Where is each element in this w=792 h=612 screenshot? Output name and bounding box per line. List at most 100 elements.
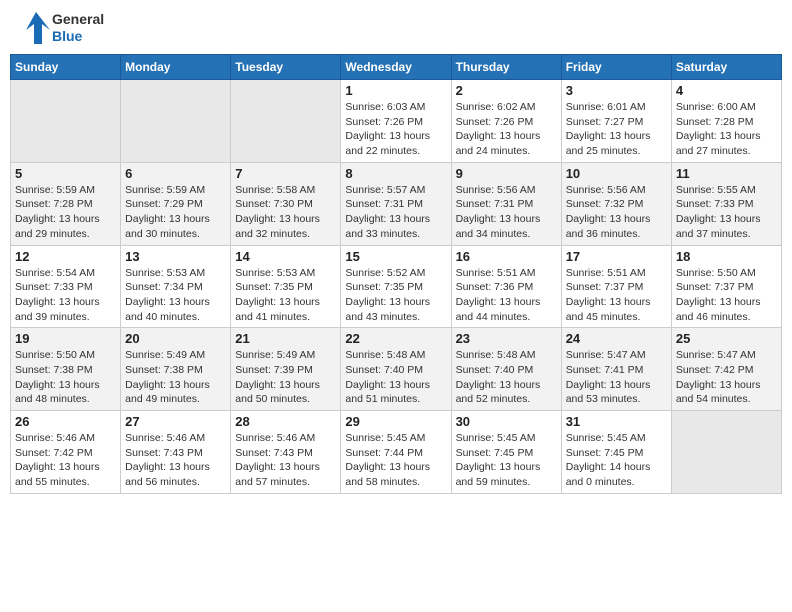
day-number: 27 — [125, 414, 226, 429]
day-info: Sunrise: 6:00 AM Sunset: 7:28 PM Dayligh… — [676, 100, 777, 159]
calendar-cell: 23 Sunrise: 5:48 AM Sunset: 7:40 PM Dayli… — [451, 328, 561, 411]
day-number: 10 — [566, 166, 667, 181]
day-info: Sunrise: 5:59 AM Sunset: 7:29 PM Dayligh… — [125, 183, 226, 242]
weekday-header-saturday: Saturday — [671, 55, 781, 80]
day-number: 30 — [456, 414, 557, 429]
logo-arrow-icon — [14, 10, 50, 46]
calendar-cell: 26 Sunrise: 5:46 AM Sunset: 7:42 PM Dayli… — [11, 411, 121, 494]
week-row-4: 26 Sunrise: 5:46 AM Sunset: 7:42 PM Dayli… — [11, 411, 782, 494]
calendar-cell: 15 Sunrise: 5:52 AM Sunset: 7:35 PM Dayli… — [341, 245, 451, 328]
day-info: Sunrise: 5:45 AM Sunset: 7:44 PM Dayligh… — [345, 431, 446, 490]
week-row-1: 5 Sunrise: 5:59 AM Sunset: 7:28 PM Daylig… — [11, 162, 782, 245]
week-row-2: 12 Sunrise: 5:54 AM Sunset: 7:33 PM Dayli… — [11, 245, 782, 328]
day-number: 4 — [676, 83, 777, 98]
calendar-cell — [11, 80, 121, 163]
weekday-header-wednesday: Wednesday — [341, 55, 451, 80]
calendar-cell: 30 Sunrise: 5:45 AM Sunset: 7:45 PM Dayli… — [451, 411, 561, 494]
day-info: Sunrise: 5:53 AM Sunset: 7:35 PM Dayligh… — [235, 266, 336, 325]
day-info: Sunrise: 5:45 AM Sunset: 7:45 PM Dayligh… — [566, 431, 667, 490]
day-info: Sunrise: 5:47 AM Sunset: 7:41 PM Dayligh… — [566, 348, 667, 407]
calendar-cell: 25 Sunrise: 5:47 AM Sunset: 7:42 PM Dayli… — [671, 328, 781, 411]
day-number: 5 — [15, 166, 116, 181]
day-number: 13 — [125, 249, 226, 264]
day-number: 8 — [345, 166, 446, 181]
calendar-cell — [121, 80, 231, 163]
calendar-cell: 7 Sunrise: 5:58 AM Sunset: 7:30 PM Daylig… — [231, 162, 341, 245]
calendar-cell: 14 Sunrise: 5:53 AM Sunset: 7:35 PM Dayli… — [231, 245, 341, 328]
day-info: Sunrise: 5:51 AM Sunset: 7:37 PM Dayligh… — [566, 266, 667, 325]
day-info: Sunrise: 5:59 AM Sunset: 7:28 PM Dayligh… — [15, 183, 116, 242]
day-info: Sunrise: 6:01 AM Sunset: 7:27 PM Dayligh… — [566, 100, 667, 159]
day-number: 11 — [676, 166, 777, 181]
day-info: Sunrise: 5:58 AM Sunset: 7:30 PM Dayligh… — [235, 183, 336, 242]
day-number: 16 — [456, 249, 557, 264]
calendar-cell: 31 Sunrise: 5:45 AM Sunset: 7:45 PM Dayli… — [561, 411, 671, 494]
day-number: 1 — [345, 83, 446, 98]
day-info: Sunrise: 5:56 AM Sunset: 7:31 PM Dayligh… — [456, 183, 557, 242]
day-info: Sunrise: 5:52 AM Sunset: 7:35 PM Dayligh… — [345, 266, 446, 325]
day-info: Sunrise: 5:48 AM Sunset: 7:40 PM Dayligh… — [456, 348, 557, 407]
calendar-cell: 13 Sunrise: 5:53 AM Sunset: 7:34 PM Dayli… — [121, 245, 231, 328]
day-number: 12 — [15, 249, 116, 264]
day-number: 18 — [676, 249, 777, 264]
calendar-cell: 29 Sunrise: 5:45 AM Sunset: 7:44 PM Dayli… — [341, 411, 451, 494]
day-number: 21 — [235, 331, 336, 346]
weekday-header-friday: Friday — [561, 55, 671, 80]
day-info: Sunrise: 5:53 AM Sunset: 7:34 PM Dayligh… — [125, 266, 226, 325]
calendar-cell: 27 Sunrise: 5:46 AM Sunset: 7:43 PM Dayli… — [121, 411, 231, 494]
day-number: 26 — [15, 414, 116, 429]
calendar-cell: 3 Sunrise: 6:01 AM Sunset: 7:27 PM Daylig… — [561, 80, 671, 163]
day-info: Sunrise: 5:46 AM Sunset: 7:42 PM Dayligh… — [15, 431, 116, 490]
day-number: 14 — [235, 249, 336, 264]
calendar-cell: 17 Sunrise: 5:51 AM Sunset: 7:37 PM Dayli… — [561, 245, 671, 328]
calendar-cell: 11 Sunrise: 5:55 AM Sunset: 7:33 PM Dayli… — [671, 162, 781, 245]
calendar-cell: 22 Sunrise: 5:48 AM Sunset: 7:40 PM Dayli… — [341, 328, 451, 411]
day-number: 31 — [566, 414, 667, 429]
day-info: Sunrise: 5:48 AM Sunset: 7:40 PM Dayligh… — [345, 348, 446, 407]
day-info: Sunrise: 5:55 AM Sunset: 7:33 PM Dayligh… — [676, 183, 777, 242]
day-number: 28 — [235, 414, 336, 429]
calendar-cell: 9 Sunrise: 5:56 AM Sunset: 7:31 PM Daylig… — [451, 162, 561, 245]
day-number: 29 — [345, 414, 446, 429]
weekday-header-monday: Monday — [121, 55, 231, 80]
day-number: 3 — [566, 83, 667, 98]
calendar-cell: 24 Sunrise: 5:47 AM Sunset: 7:41 PM Dayli… — [561, 328, 671, 411]
calendar-cell: 4 Sunrise: 6:00 AM Sunset: 7:28 PM Daylig… — [671, 80, 781, 163]
day-number: 2 — [456, 83, 557, 98]
calendar-cell: 20Sunrise: 5:49 AM Sunset: 7:38 PM Dayli… — [121, 328, 231, 411]
day-number: 23 — [456, 331, 557, 346]
day-info: Sunrise: 6:03 AM Sunset: 7:26 PM Dayligh… — [345, 100, 446, 159]
day-number: 25 — [676, 331, 777, 346]
logo-general-text: General — [52, 11, 104, 28]
calendar-cell: 21 Sunrise: 5:49 AM Sunset: 7:39 PM Dayli… — [231, 328, 341, 411]
calendar-cell: 8 Sunrise: 5:57 AM Sunset: 7:31 PM Daylig… — [341, 162, 451, 245]
day-info: Sunrise: 5:45 AM Sunset: 7:45 PM Dayligh… — [456, 431, 557, 490]
day-number: 17 — [566, 249, 667, 264]
calendar-table: SundayMondayTuesdayWednesdayThursdayFrid… — [10, 54, 782, 494]
day-info: Sunrise: 5:49 AM Sunset: 7:39 PM Dayligh… — [235, 348, 336, 407]
day-info: Sunrise: 5:51 AM Sunset: 7:36 PM Dayligh… — [456, 266, 557, 325]
weekday-header-row: SundayMondayTuesdayWednesdayThursdayFrid… — [11, 55, 782, 80]
day-info: Sunrise: 5:46 AM Sunset: 7:43 PM Dayligh… — [235, 431, 336, 490]
calendar-cell: 1 Sunrise: 6:03 AM Sunset: 7:26 PM Daylig… — [341, 80, 451, 163]
day-info: Sunrise: 5:56 AM Sunset: 7:32 PM Dayligh… — [566, 183, 667, 242]
day-number: 15 — [345, 249, 446, 264]
day-info: Sunrise: 5:46 AM Sunset: 7:43 PM Dayligh… — [125, 431, 226, 490]
calendar-cell: 28 Sunrise: 5:46 AM Sunset: 7:43 PM Dayli… — [231, 411, 341, 494]
week-row-3: 19Sunrise: 5:50 AM Sunset: 7:38 PM Dayli… — [11, 328, 782, 411]
day-number: 24 — [566, 331, 667, 346]
day-number: 22 — [345, 331, 446, 346]
day-info: Sunrise: 5:47 AM Sunset: 7:42 PM Dayligh… — [676, 348, 777, 407]
calendar-cell: 18Sunrise: 5:50 AM Sunset: 7:37 PM Dayli… — [671, 245, 781, 328]
day-info: Sunrise: 5:54 AM Sunset: 7:33 PM Dayligh… — [15, 266, 116, 325]
weekday-header-sunday: Sunday — [11, 55, 121, 80]
week-row-0: 1 Sunrise: 6:03 AM Sunset: 7:26 PM Daylig… — [11, 80, 782, 163]
weekday-header-tuesday: Tuesday — [231, 55, 341, 80]
logo-blue-text: Blue — [52, 28, 104, 45]
day-info: Sunrise: 5:57 AM Sunset: 7:31 PM Dayligh… — [345, 183, 446, 242]
calendar-cell — [231, 80, 341, 163]
day-number: 7 — [235, 166, 336, 181]
day-number: 9 — [456, 166, 557, 181]
day-info: Sunrise: 5:50 AM Sunset: 7:38 PM Dayligh… — [15, 348, 116, 407]
calendar-cell: 12 Sunrise: 5:54 AM Sunset: 7:33 PM Dayli… — [11, 245, 121, 328]
